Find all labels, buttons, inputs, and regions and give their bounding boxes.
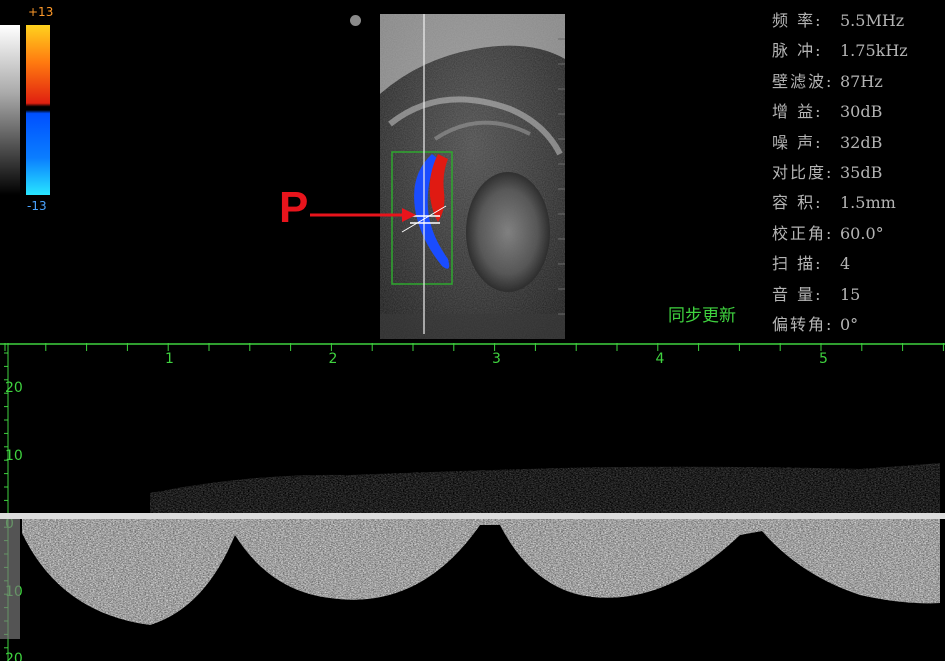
parameter-row: 偏转角: 0° <box>772 310 944 340</box>
parameter-name: 噪 声: <box>772 132 823 152</box>
parameter-name: 频 率: <box>772 11 823 30</box>
time-axis-label: 3 <box>492 351 501 367</box>
color-velocity-bar <box>26 25 50 195</box>
velocity-axis-label: 10 <box>5 448 23 464</box>
parameter-value: 1.5mm <box>840 193 896 213</box>
parameter-name: 增 益: <box>772 102 823 122</box>
parameter-value: 32dB <box>840 132 883 152</box>
parameter-row: 容 积: 1.5mm <box>772 188 944 218</box>
time-axis-label: 1 <box>165 351 174 367</box>
parameter-name: 校正角: <box>772 223 834 243</box>
parameter-name: 容 积: <box>772 193 823 213</box>
velocity-axis-label: 20 <box>5 651 23 661</box>
focus-dot <box>350 15 361 26</box>
time-axis-label: 2 <box>329 351 338 367</box>
echogenic-region <box>466 172 550 292</box>
parameter-row: 音 量: 15 <box>772 280 944 310</box>
p-marker-arrow <box>310 208 416 222</box>
baseline[interactable] <box>0 513 945 519</box>
parameter-value: 0° <box>840 315 859 335</box>
p-marker-label: P <box>279 183 309 232</box>
parameter-value: 1.75kHz <box>840 41 908 61</box>
parameter-name: 扫 描: <box>772 254 823 274</box>
parameter-row: 频 率: 5.5MHz <box>772 6 944 36</box>
time-axis-label: 4 <box>656 351 665 367</box>
parameter-row: 校正角: 60.0° <box>772 219 944 249</box>
parameter-value: 30dB <box>840 102 883 122</box>
parameter-value: 5.5MHz <box>840 11 905 30</box>
parameter-row: 噪 声: 32dB <box>772 128 944 158</box>
parameter-name: 偏转角: <box>772 315 834 335</box>
time-axis-label: 5 <box>819 351 828 367</box>
parameter-row: 脉 冲: 1.75kHz <box>772 36 944 66</box>
reverse-flow-speckle <box>22 519 940 625</box>
parameter-value: 60.0° <box>840 223 884 243</box>
parameter-value: 4 <box>840 254 851 274</box>
b-mode-image <box>380 14 565 339</box>
grayscale-bar <box>0 25 20 195</box>
parameter-name: 壁滤波: <box>772 71 834 91</box>
trace-start-edge <box>0 519 20 639</box>
parameter-row: 对比度: 35dB <box>772 158 944 188</box>
far-field-echo <box>380 314 565 339</box>
forward-flow-noise <box>150 463 940 515</box>
parameter-name: 音 量: <box>772 284 823 304</box>
color-scale-min-label: -13 <box>27 199 47 213</box>
color-scale-max-label: +13 <box>28 5 54 19</box>
parameter-row: 扫 描: 4 <box>772 249 944 279</box>
sync-update-label[interactable]: 同步更新 <box>668 301 736 326</box>
parameter-row: 增 益: 30dB <box>772 97 944 127</box>
parameter-row: 壁滤波: 87Hz <box>772 67 944 97</box>
parameter-name: 脉 冲: <box>772 41 823 61</box>
parameter-value: 15 <box>840 284 861 304</box>
parameter-name: 对比度: <box>772 163 834 183</box>
parameter-value: 35dB <box>840 163 883 183</box>
time-axis-labels: 1 2 3 4 5 <box>165 351 828 367</box>
parameter-value: 87Hz <box>840 71 883 91</box>
spectral-doppler-trace: 12345 201001020 <box>0 343 945 661</box>
parameter-panel: 频 率: 5.5MHz 脉 冲: 1.75kHz 壁滤波: 87Hz 增 益: 30dB 噪 声… <box>772 6 944 340</box>
ultrasound-display: +13 -13 P 频 率: 5.5MHz 脉 冲: 1.75kHz 壁滤波: … <box>0 0 945 661</box>
velocity-axis-label: 20 <box>5 380 23 396</box>
